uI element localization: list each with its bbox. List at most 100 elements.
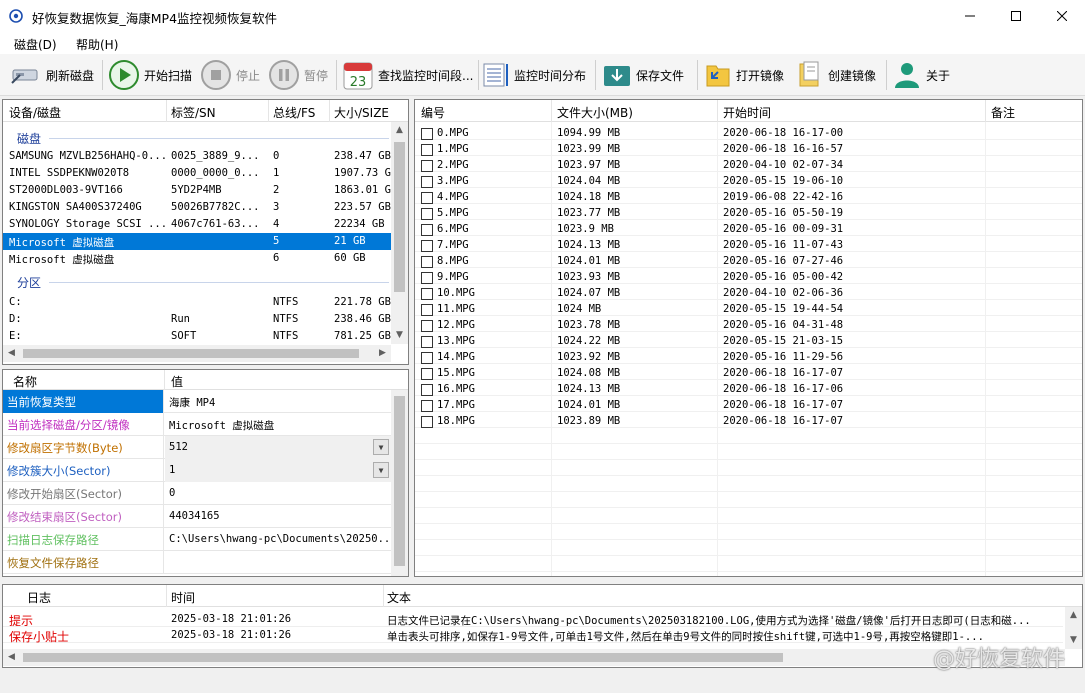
file-checkbox[interactable] [421,336,433,348]
file-row[interactable]: 10.MPG 1024.07 MB 2020-04-10 02-06-36 [415,286,1082,302]
close-button[interactable] [1039,0,1085,32]
col-number[interactable]: 编号 [421,104,445,121]
property-vscroll[interactable] [391,390,408,576]
file-checkbox[interactable] [421,288,433,300]
file-checkbox[interactable] [421,384,433,396]
menu-help[interactable]: 帮助(H) [76,36,118,53]
property-value[interactable]: 海康 MP4 [165,390,391,413]
scroll-right-icon[interactable]: ▶ [374,345,391,362]
log-col-type[interactable]: 日志 [27,589,51,606]
property-row[interactable]: 修改开始扇区(Sector) 0 [3,482,391,505]
property-value[interactable]: 0 [165,482,391,505]
file-checkbox[interactable] [421,144,433,156]
file-row[interactable]: 4.MPG 1024.18 MB 2019-06-08 22-42-16 [415,190,1082,206]
file-checkbox[interactable] [421,208,433,220]
file-checkbox[interactable] [421,224,433,236]
file-row[interactable]: 1.MPG 1023.99 MB 2020-06-18 16-16-57 [415,142,1082,158]
partition-row[interactable]: D: Run NTFS 238.46 GB [3,311,391,328]
file-row[interactable]: 12.MPG 1023.78 MB 2020-05-16 04-31-48 [415,318,1082,334]
dropdown-chevron-icon[interactable]: ▼ [373,439,389,455]
log-scroll-down-icon[interactable]: ▼ [1065,632,1082,649]
partition-row[interactable]: E: SOFT NTFS 781.25 GB [3,328,391,345]
file-row[interactable]: 13.MPG 1024.22 MB 2020-05-15 21-03-15 [415,334,1082,350]
file-row[interactable]: 15.MPG 1024.08 MB 2020-06-18 16-17-07 [415,366,1082,382]
stop-button[interactable]: 停止 [200,58,260,92]
file-row[interactable]: 3.MPG 1024.04 MB 2020-05-15 19-06-10 [415,174,1082,190]
menu-disk[interactable]: 磁盘(D) [14,36,57,53]
property-row[interactable]: 修改簇大小(Sector) 1 ▼ [3,459,391,482]
file-row[interactable]: 8.MPG 1024.01 MB 2020-05-16 07-27-46 [415,254,1082,270]
disk-row[interactable]: Microsoft 虚拟磁盘 6 60 GB [3,250,391,267]
disk-list-vscroll[interactable]: ▲ ▼ [391,122,408,344]
start-scan-button[interactable]: 开始扫描 [108,58,192,92]
log-row[interactable]: 提示 2025-03-18 21:01:26 日志文件已记录在C:\Users\hw… [3,611,1063,628]
property-row[interactable]: 当前选择磁盘/分区/镜像 Microsoft 虚拟磁盘 [3,413,391,436]
col-label[interactable]: 标签/SN [171,104,216,121]
file-row[interactable]: 18.MPG 1023.89 MB 2020-06-18 16-17-07 [415,414,1082,430]
file-row[interactable]: 2.MPG 1023.97 MB 2020-04-10 02-07-34 [415,158,1082,174]
find-time-button[interactable]: 23 查找监控时间段... [342,58,473,92]
col-start-time[interactable]: 开始时间 [723,104,771,121]
property-value[interactable]: 1 ▼ [165,459,391,482]
pause-button[interactable]: 暂停 [268,58,328,92]
scroll-up-icon[interactable]: ▲ [391,122,408,139]
open-image-button[interactable]: 打开镜像 [704,58,784,92]
file-row[interactable]: 14.MPG 1023.92 MB 2020-05-16 11-29-56 [415,350,1082,366]
disk-row[interactable]: SYNOLOGY Storage SCSI ... 4067c761-63... 4… [3,216,391,233]
file-row[interactable]: 6.MPG 1023.9 MB 2020-05-16 00-09-31 [415,222,1082,238]
file-row[interactable]: 16.MPG 1024.13 MB 2020-06-18 16-17-06 [415,382,1082,398]
minimize-button[interactable] [947,0,993,32]
log-scroll-up-icon[interactable]: ▲ [1065,607,1082,624]
property-row[interactable]: 修改扇区字节数(Byte) 512 ▼ [3,436,391,459]
disk-list-hscroll[interactable]: ◀ ▶ [3,345,391,362]
file-checkbox[interactable] [421,416,433,428]
log-col-time[interactable]: 时间 [171,589,195,606]
property-value[interactable] [165,551,391,574]
col-size[interactable]: 大小/SIZE [334,104,389,121]
file-checkbox[interactable] [421,240,433,252]
col-device[interactable]: 设备/磁盘 [9,104,61,121]
col-file-size[interactable]: 文件大小(MB) [557,104,633,121]
property-row[interactable]: 修改结束扇区(Sector) 44034165 [3,505,391,528]
partition-row[interactable]: C: NTFS 221.78 GB [3,294,391,311]
file-checkbox[interactable] [421,176,433,188]
property-row[interactable]: 当前恢复类型 海康 MP4 [3,390,391,413]
col-note[interactable]: 备注 [991,104,1015,121]
file-row[interactable]: 9.MPG 1023.93 MB 2020-05-16 05-00-42 [415,270,1082,286]
disk-row[interactable]: ST2000DL003-9VT166 5YD2P4MB 2 1863.01 GB [3,182,394,199]
file-checkbox[interactable] [421,400,433,412]
log-row[interactable]: 保存小贴士 2025-03-18 21:01:26 单击表头可排序,如保存1-9号文… [3,627,1063,644]
file-checkbox[interactable] [421,160,433,172]
property-value[interactable]: 512 ▼ [165,436,391,459]
refresh-disk-button[interactable]: 刷新磁盘 [10,58,94,92]
save-file-button[interactable]: 保存文件 [602,58,684,92]
disk-row[interactable]: KINGSTON SA400S37240G 50026B7782C... 3 223.… [3,199,391,216]
file-row[interactable]: 5.MPG 1023.77 MB 2020-05-16 05-50-19 [415,206,1082,222]
property-value[interactable]: C:\Users\hwang-pc\Documents\20250... [165,528,391,551]
file-checkbox[interactable] [421,352,433,364]
disk-row[interactable]: SAMSUNG MZVLB256HAHQ-0... 0025_3889_9... 0… [3,148,391,165]
file-row[interactable]: 0.MPG 1094.99 MB 2020-06-18 16-17-00 [415,126,1082,142]
disk-row[interactable]: INTEL SSDPEKNW020T8 0000_0000_0... 1 1907.7… [3,165,394,182]
create-image-button[interactable]: 创建镜像 [796,58,876,92]
file-row[interactable]: 17.MPG 1024.01 MB 2020-06-18 16-17-07 [415,398,1082,414]
scroll-left-icon[interactable]: ◀ [3,345,20,362]
scroll-down-icon[interactable]: ▼ [391,327,408,344]
log-scroll-left-icon[interactable]: ◀ [3,649,20,666]
file-checkbox[interactable] [421,368,433,380]
property-row[interactable]: 恢复文件保存路径 [3,551,391,574]
log-col-text[interactable]: 文本 [387,589,411,606]
maximize-button[interactable] [993,0,1039,32]
file-checkbox[interactable] [421,320,433,332]
disk-row[interactable]: Microsoft 虚拟磁盘 5 21 GB [3,233,391,250]
file-checkbox[interactable] [421,256,433,268]
property-value[interactable]: Microsoft 虚拟磁盘 [165,413,391,436]
dropdown-chevron-icon[interactable]: ▼ [373,462,389,478]
file-checkbox[interactable] [421,192,433,204]
file-checkbox[interactable] [421,128,433,140]
log-vscroll[interactable]: ▲ ▼ [1065,607,1082,649]
time-distribution-button[interactable]: 监控时间分布 [482,58,586,92]
file-checkbox[interactable] [421,304,433,316]
property-value[interactable]: 44034165 [165,505,391,528]
file-row[interactable]: 11.MPG 1024 MB 2020-05-15 19-44-54 [415,302,1082,318]
